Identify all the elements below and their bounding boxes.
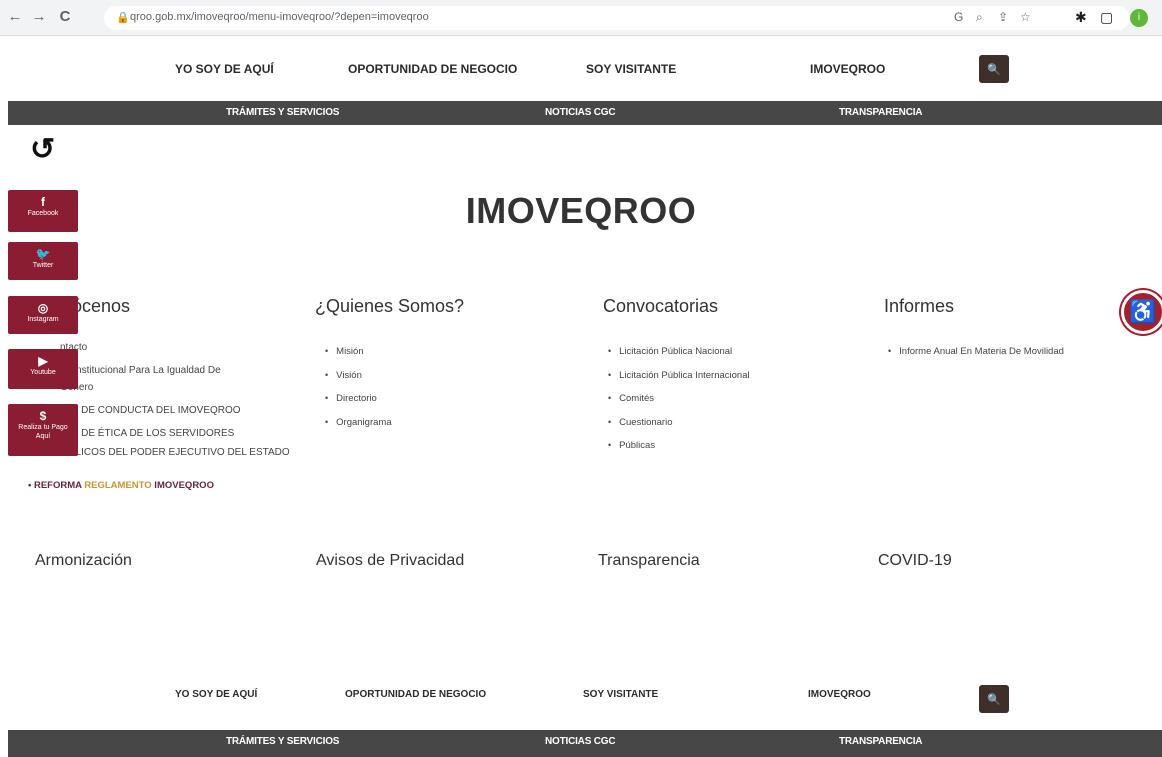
- social-label: Instagram: [27, 316, 59, 323]
- twitter-icon: 🐦: [35, 247, 51, 261]
- social-label: Facebook: [27, 210, 59, 217]
- informes-list: Informe Anual En Materia De Movilidad: [888, 340, 1064, 364]
- section-avisos-privacidad[interactable]: Avisos de Privacidad: [316, 552, 464, 570]
- share-icon[interactable]: ⇪: [998, 10, 1008, 24]
- nav-yo-soy-de-aqui[interactable]: YO SOY DE AQUÍ: [175, 62, 274, 76]
- sub-nav-transparencia[interactable]: TRANSPARENCIA: [839, 107, 923, 118]
- quienes-somos-list: Misión Visión Directorio Organigrama: [325, 340, 392, 435]
- section-transparencia[interactable]: Transparencia: [598, 552, 700, 570]
- conocenos-list: ntacto ité Institucional Para La Igualda…: [40, 336, 300, 464]
- payment-icon: $: [39, 409, 47, 423]
- list-item[interactable]: Cuestionario: [608, 411, 750, 435]
- sub-nav-noticias[interactable]: NOTICIAS CGC: [545, 107, 616, 118]
- extensions-puzzle-icon[interactable]: ✱: [1075, 9, 1087, 26]
- google-icon[interactable]: G: [954, 10, 963, 24]
- nav-oportunidad-de-negocio[interactable]: OPORTUNIDAD DE NEGOCIO: [348, 62, 517, 76]
- instagram-button[interactable]: ◎ Instagram: [8, 296, 78, 334]
- sub-nav: TRÁMITES Y SERVICIOS NOTICIAS CGC TRANSP…: [8, 101, 1162, 125]
- footer-nav-yo-soy-de-aqui[interactable]: YO SOY DE AQUÍ: [175, 689, 257, 700]
- reforma-prefix: • REFORMA: [28, 480, 85, 491]
- page-title: IMOVEQROO: [465, 190, 697, 231]
- accessibility-button[interactable]: ♿: [1121, 290, 1162, 334]
- col-title-quienes-somos[interactable]: ¿Quienes Somos?: [315, 296, 464, 317]
- facebook-button[interactable]: f Facebook: [8, 190, 78, 232]
- search-icon: 🔍: [987, 64, 1001, 76]
- reload-icon[interactable]: C: [56, 8, 74, 25]
- nav-soy-visitante[interactable]: SOY VISITANTE: [586, 62, 676, 76]
- forward-arrow-icon[interactable]: →: [30, 8, 48, 25]
- list-item[interactable]: ntacto: [40, 336, 300, 359]
- nav-imoveqroo[interactable]: IMOVEQROO: [810, 62, 885, 76]
- footer-sub-nav-transparencia[interactable]: TRANSPARENCIA: [839, 736, 923, 747]
- youtube-icon: ▶: [38, 354, 48, 368]
- footer-sub-nav-noticias[interactable]: NOTICIAS CGC: [545, 736, 616, 747]
- footer-nav-oportunidad[interactable]: OPORTUNIDAD DE NEGOCIO: [345, 689, 486, 700]
- bookmark-star-icon[interactable]: ☆: [1020, 10, 1031, 24]
- lock-icon: 🔒: [116, 12, 130, 24]
- undo-back-icon[interactable]: ↺: [30, 132, 55, 167]
- facebook-icon: f: [41, 195, 45, 209]
- section-armonizacion[interactable]: Armonización: [35, 552, 132, 570]
- browser-toolbar: ← → C 🔒 qroo.gob.mx/imoveqroo/menu-imove…: [0, 0, 1162, 36]
- reforma-highlight: REGLAMENTO: [84, 480, 152, 491]
- list-item[interactable]: Visión: [325, 364, 392, 388]
- back-arrow-icon[interactable]: ←: [6, 8, 24, 25]
- side-panel-icon[interactable]: ▢: [1100, 9, 1113, 26]
- search-button[interactable]: 🔍: [979, 55, 1009, 83]
- url-text[interactable]: qroo.gob.mx/imoveqroo/menu-imoveqroo/?de…: [130, 11, 429, 23]
- list-item[interactable]: Organigrama: [325, 411, 391, 435]
- list-item[interactable]: IGO DE CONDUCTA DEL IMOVEQROO: [40, 399, 300, 422]
- footer-sub-nav-tramites[interactable]: TRÁMITES Y SERVICIOS: [226, 736, 339, 747]
- youtube-button[interactable]: ▶ Youtube: [8, 349, 78, 389]
- list-item[interactable]: Licitación Pública Internacional: [608, 364, 749, 388]
- footer-nav-imoveqroo[interactable]: IMOVEQROO: [808, 689, 871, 700]
- social-label: Twitter: [32, 262, 54, 269]
- address-bar[interactable]: 🔒 qroo.gob.mx/imoveqroo/menu-imoveqroo/?…: [104, 6, 1130, 30]
- convocatorias-list: Licitación Pública Nacional Licitación P…: [608, 340, 750, 458]
- col-title-informes[interactable]: Informes: [884, 296, 954, 317]
- social-label: Realiza tu Pago Aquí: [18, 424, 68, 440]
- footer-sub-nav: TRÁMITES Y SERVICIOS NOTICIAS CGC TRANSP…: [8, 730, 1162, 757]
- col-title-conocenos[interactable]: ócenos: [72, 296, 130, 317]
- section-covid-19[interactable]: COVID-19: [878, 552, 952, 570]
- list-item[interactable]: PÚBLICOS DEL PODER EJECUTIVO DEL ESTADO: [40, 441, 300, 464]
- list-item[interactable]: Directorio: [325, 387, 392, 411]
- social-label: Youtube: [30, 369, 56, 376]
- list-item[interactable]: Informe Anual En Materia De Movilidad: [888, 340, 1064, 364]
- reforma-link[interactable]: • REFORMA REGLAMENTO IMOVEQROO: [28, 480, 214, 491]
- footer-nav-soy-visitante[interactable]: SOY VISITANTE: [583, 689, 658, 700]
- col-title-convocatorias[interactable]: Convocatorias: [603, 296, 718, 317]
- profile-avatar[interactable]: i: [1130, 9, 1148, 27]
- reforma-suffix: IMOVEQROO: [151, 480, 214, 491]
- accessibility-icon: ♿: [1129, 299, 1157, 324]
- search-icon: 🔍: [987, 694, 1001, 706]
- footer-search-button[interactable]: 🔍: [979, 685, 1009, 713]
- zoom-icon[interactable]: ⌕: [976, 10, 983, 25]
- pago-button[interactable]: $ Realiza tu Pago Aquí: [8, 404, 78, 456]
- instagram-icon: ◎: [37, 301, 49, 315]
- list-item[interactable]: Públicas: [608, 434, 750, 458]
- twitter-button[interactable]: 🐦 Twitter: [8, 242, 78, 280]
- sub-nav-tramites[interactable]: TRÁMITES Y SERVICIOS: [226, 107, 339, 118]
- list-item[interactable]: Licitación Pública Nacional: [608, 340, 750, 364]
- list-item[interactable]: Comités: [608, 387, 750, 411]
- list-item[interactable]: Misión: [325, 340, 392, 364]
